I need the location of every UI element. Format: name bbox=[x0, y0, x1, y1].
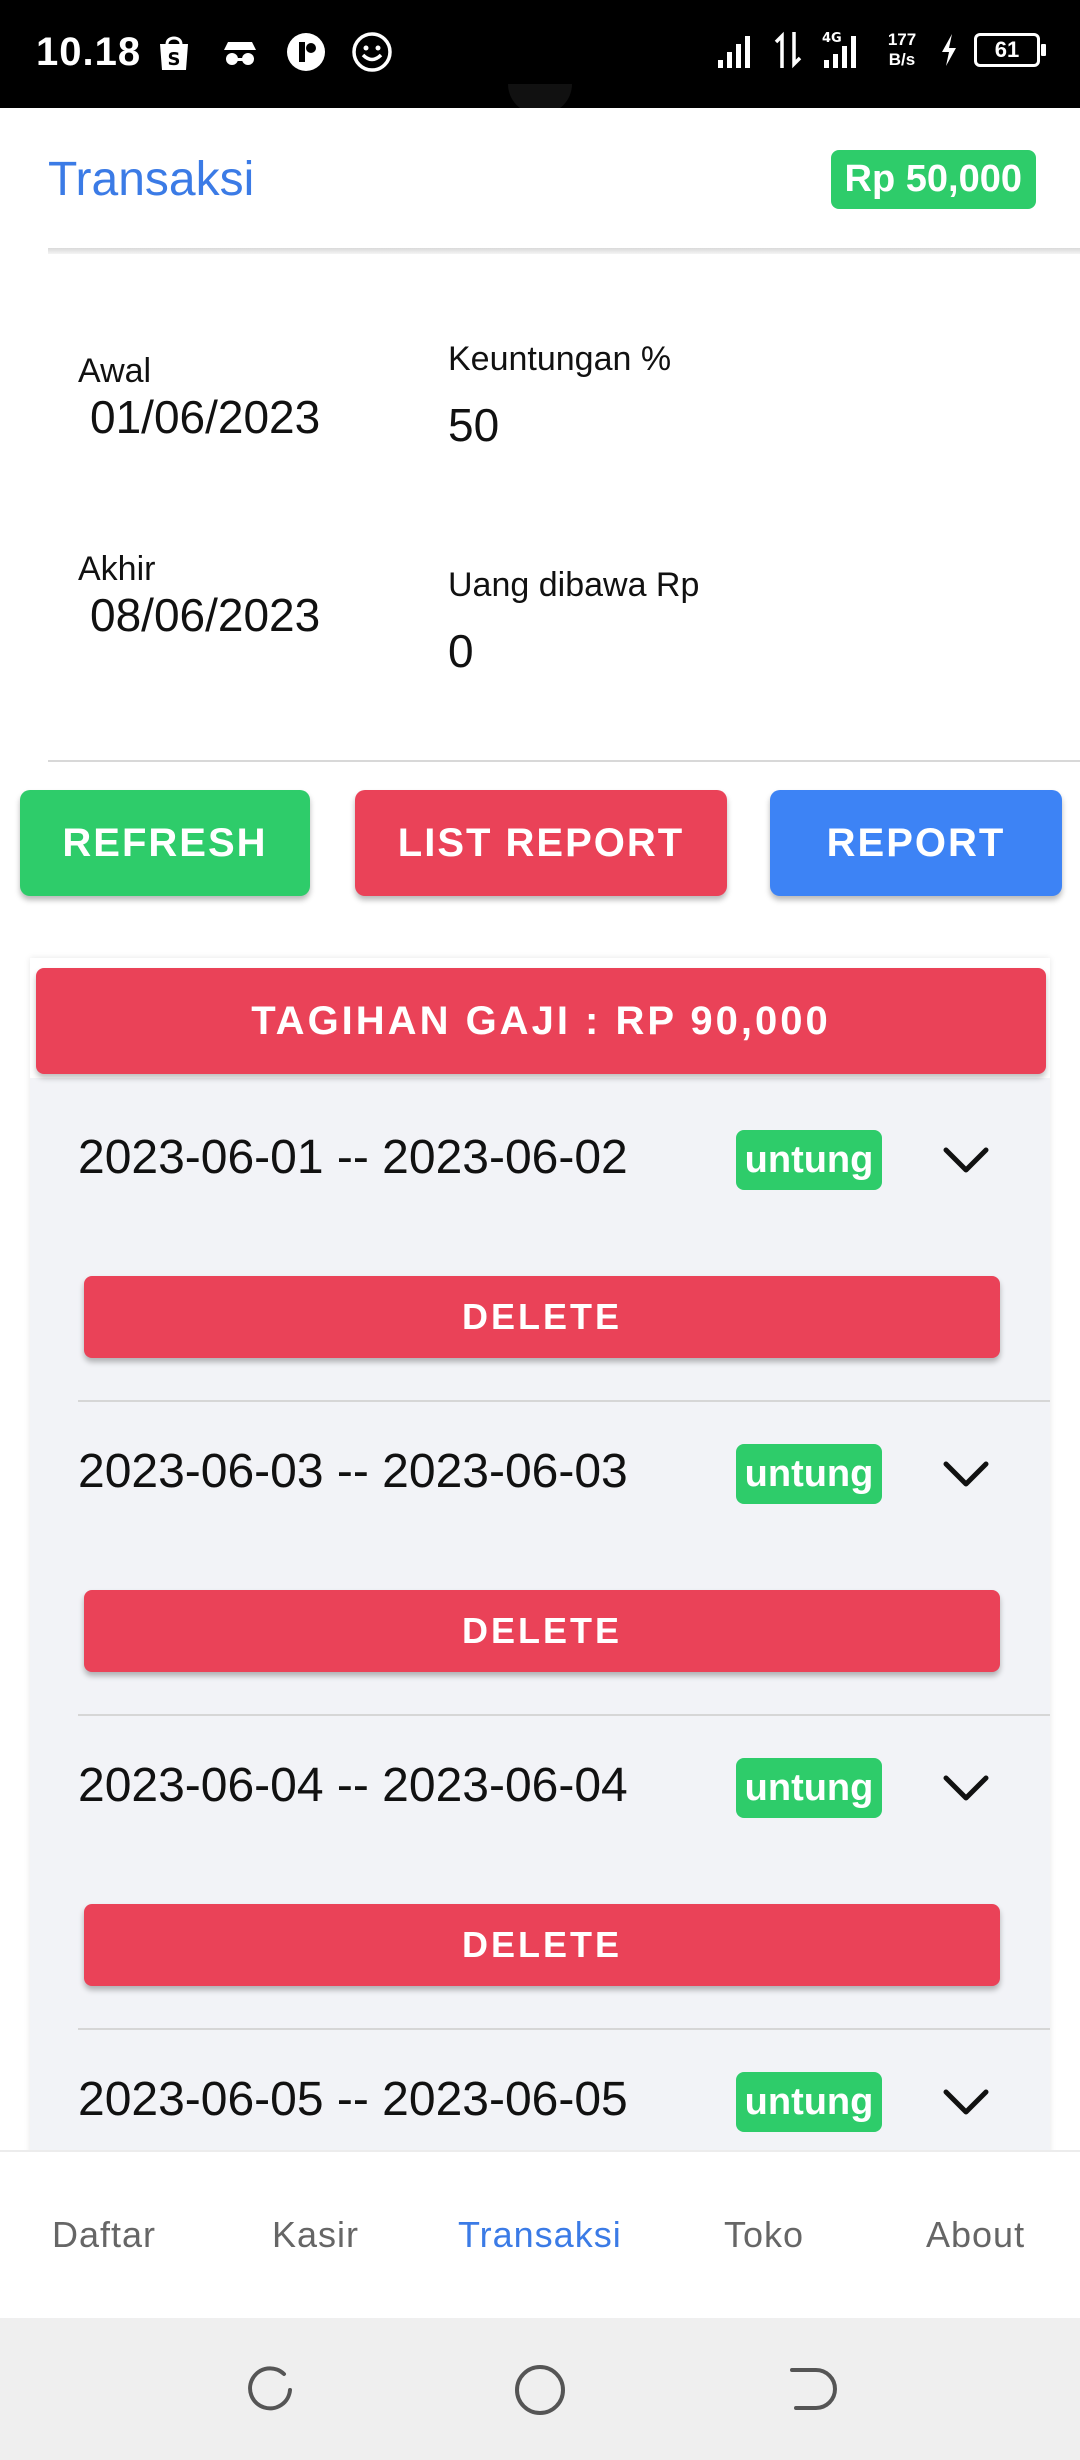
network-speed-value: 177 bbox=[887, 30, 917, 49]
notification-icons: S bbox=[152, 30, 394, 74]
nav-item-about[interactable]: About bbox=[926, 2214, 1025, 2256]
status-badge: untung bbox=[736, 1444, 882, 1504]
nav-item-toko[interactable]: Toko bbox=[724, 2214, 804, 2256]
svg-text:4G: 4G bbox=[822, 31, 842, 46]
nav-item-daftar[interactable]: Daftar bbox=[52, 2214, 156, 2256]
incognito-icon bbox=[224, 42, 256, 65]
battery-icon: 61 bbox=[974, 33, 1046, 67]
status-badge: untung bbox=[736, 1758, 882, 1818]
refresh-button[interactable]: REFRESH bbox=[20, 790, 310, 896]
app-header: Transaksi Rp 50,000 bbox=[0, 108, 1080, 252]
nav-item-transaksi[interactable]: Transaksi bbox=[458, 2214, 622, 2256]
transaction-period: 2023-06-03 -- 2023-06-03 bbox=[78, 1445, 628, 1498]
battery-level: 61 bbox=[994, 37, 1020, 62]
header-divider bbox=[48, 248, 1080, 254]
chevron-down-icon[interactable] bbox=[940, 1762, 992, 1814]
delete-button[interactable]: DELETE bbox=[84, 1276, 1000, 1358]
row-divider bbox=[78, 1400, 1050, 1402]
end-date-label: Akhir bbox=[78, 550, 156, 588]
profit-input[interactable]: 50 bbox=[448, 398, 499, 452]
smiley-icon bbox=[352, 32, 392, 72]
profit-label: Keuntungan % bbox=[448, 340, 672, 378]
bottom-nav: Daftar Kasir Transaksi Toko About bbox=[0, 2150, 1080, 2320]
data-transfer-icon bbox=[774, 31, 802, 69]
page-title: Transaksi bbox=[48, 153, 255, 206]
delete-button[interactable]: DELETE bbox=[84, 1590, 1000, 1672]
svg-text:S: S bbox=[168, 49, 181, 70]
back-icon[interactable] bbox=[780, 2360, 840, 2420]
system-nav-bar bbox=[0, 2318, 1080, 2460]
balance-badge: Rp 50,000 bbox=[830, 150, 1036, 209]
status-badge: untung bbox=[736, 2072, 882, 2132]
home-icon[interactable] bbox=[510, 2360, 570, 2420]
nav-item-kasir[interactable]: Kasir bbox=[272, 2214, 359, 2256]
start-date-field[interactable]: 01/06/2023 bbox=[90, 390, 320, 444]
salary-banner: TAGIHAN GAJI : RP 90,000 bbox=[36, 968, 1046, 1074]
status-time: 10.18 bbox=[36, 30, 142, 74]
transaction-period: 2023-06-05 -- 2023-06-05 bbox=[78, 2073, 628, 2126]
chevron-down-icon[interactable] bbox=[940, 1134, 992, 1186]
status-badge: untung bbox=[736, 1130, 882, 1190]
start-date-label: Awal bbox=[78, 352, 152, 390]
cash-input[interactable]: 0 bbox=[448, 624, 474, 678]
row-divider bbox=[78, 1714, 1050, 1716]
report-button[interactable]: REPORT bbox=[770, 790, 1062, 896]
cash-label: Uang dibawa Rp bbox=[448, 566, 700, 604]
delete-button[interactable]: DELETE bbox=[84, 1904, 1000, 1986]
network-speed-unit: B/s bbox=[888, 50, 916, 69]
form-divider bbox=[48, 760, 1080, 762]
fb-lite-icon bbox=[287, 33, 325, 71]
end-date-field[interactable]: 08/06/2023 bbox=[90, 588, 320, 642]
status-bar: 10.18 S 4G 177 B/s 61 bbox=[0, 0, 1080, 114]
transaction-list: TAGIHAN GAJI : RP 90,000 2023-06-01 -- 2… bbox=[30, 958, 1050, 2158]
recent-apps-icon[interactable] bbox=[240, 2360, 300, 2420]
network-speed: 177 B/s bbox=[880, 30, 924, 70]
row-divider bbox=[78, 2028, 1050, 2030]
signal-icon bbox=[718, 36, 750, 68]
charging-icon bbox=[942, 34, 956, 66]
transaction-period: 2023-06-01 -- 2023-06-02 bbox=[78, 1131, 628, 1184]
signal-4g-icon: 4G bbox=[822, 31, 856, 68]
system-indicators: 4G 177 B/s 61 bbox=[714, 28, 1046, 72]
shopee-icon: S bbox=[160, 36, 188, 70]
chevron-down-icon[interactable] bbox=[940, 2076, 992, 2128]
chevron-down-icon[interactable] bbox=[940, 1448, 992, 1500]
list-report-button[interactable]: LIST REPORT bbox=[355, 790, 727, 896]
transaction-period: 2023-06-04 -- 2023-06-04 bbox=[78, 1759, 628, 1812]
